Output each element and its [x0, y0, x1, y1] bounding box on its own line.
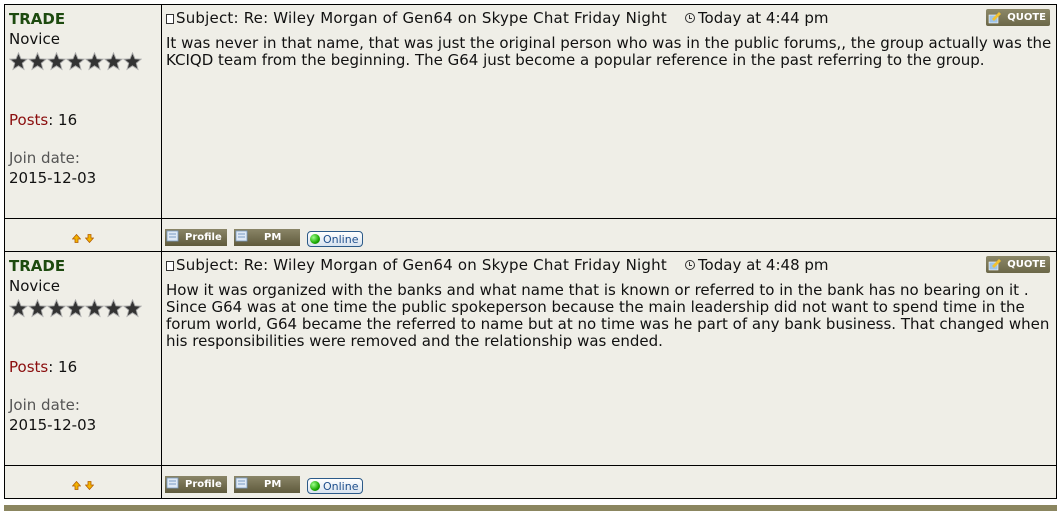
post-row: TRADE Novice Posts: 16 Join date: 2015-1…: [4, 4, 1057, 219]
rank-star-icon: [122, 51, 143, 71]
rank-star-icon: [46, 298, 67, 318]
rank-star-icon: [103, 51, 124, 71]
posts-value: 16: [58, 111, 78, 129]
rank-star-icon: [8, 51, 29, 71]
message-icon: [235, 230, 248, 241]
profile-icon: [166, 477, 179, 488]
posts-label: Posts: [9, 111, 49, 129]
post-subject: Subject: Re: Wiley Morgan of Gen64 on Sk…: [176, 9, 667, 27]
rank-star-icon: [65, 298, 86, 318]
post-subject: Subject: Re: Wiley Morgan of Gen64 on Sk…: [176, 256, 667, 274]
post-header: Subject: Re: Wiley Morgan of Gen64 on Sk…: [162, 252, 1056, 278]
message-icon: [235, 477, 248, 488]
pm-button[interactable]: PM: [234, 475, 300, 493]
post-nav: [4, 465, 162, 499]
online-dot-icon: [310, 481, 320, 491]
online-status-badge: Online: [307, 231, 364, 247]
arrow-down-icon[interactable]: [85, 480, 94, 490]
post-body: It was never in that name, that was just…: [166, 34, 1052, 69]
author-name[interactable]: TRADE: [9, 9, 161, 29]
post-header: Subject: Re: Wiley Morgan of Gen64 on Sk…: [162, 5, 1056, 31]
post-icon[interactable]: [166, 14, 174, 24]
join-date-value: 2015-12-03: [9, 169, 97, 187]
rank-star-icon: [84, 51, 105, 71]
rank-star-icon: [84, 298, 105, 318]
post-time: Today at 4:44 pm: [697, 9, 829, 27]
quote-button[interactable]: QUOTE: [986, 9, 1050, 26]
post-count: Posts: 16: [9, 111, 78, 129]
online-status-badge: Online: [307, 478, 364, 494]
clock-icon: [684, 260, 695, 270]
post-footer-row: Profile PM Online: [4, 218, 1057, 252]
profile-button[interactable]: Profile: [165, 228, 227, 246]
profile-button[interactable]: Profile: [165, 475, 227, 493]
rank-star-icon: [103, 298, 124, 318]
post-content: Subject: Re: Wiley Morgan of Gen64 on Sk…: [161, 251, 1057, 466]
rank-star-icon: [65, 51, 86, 71]
post-time: Today at 4:48 pm: [697, 256, 829, 274]
quote-button[interactable]: QUOTE: [986, 256, 1050, 273]
pm-button[interactable]: PM: [234, 228, 300, 246]
post-actions: Profile PM Online: [161, 218, 1057, 252]
arrow-up-icon[interactable]: [72, 233, 81, 243]
join-date-value: 2015-12-03: [9, 416, 97, 434]
rank-star-icon: [122, 298, 143, 318]
post-count: Posts: 16: [9, 358, 78, 376]
join-date-label: Join date:: [9, 149, 80, 167]
quote-pencil-icon: [988, 12, 1001, 24]
author-panel: TRADE Novice Posts: 16 Join date: 2015-1…: [4, 251, 162, 466]
profile-icon: [166, 230, 179, 241]
rank-stars: [8, 51, 161, 72]
quote-pencil-icon: [988, 259, 1001, 271]
rank-star-icon: [46, 51, 67, 71]
forum-thread: TRADE Novice Posts: 16 Join date: 2015-1…: [4, 4, 1057, 499]
author-name[interactable]: TRADE: [9, 256, 161, 276]
author-rank: Novice: [9, 277, 60, 295]
post-row: TRADE Novice Posts: 16 Join date: 2015-1…: [4, 251, 1057, 466]
posts-value: 16: [58, 358, 78, 376]
rank-stars: [8, 298, 161, 319]
author-panel: TRADE Novice Posts: 16 Join date: 2015-1…: [4, 4, 162, 219]
post-actions: Profile PM Online: [161, 465, 1057, 499]
post-body: How it was organized with the banks and …: [166, 281, 1050, 350]
post-content: Subject: Re: Wiley Morgan of Gen64 on Sk…: [161, 4, 1057, 219]
online-dot-icon: [310, 234, 320, 244]
rank-star-icon: [27, 298, 48, 318]
join-date-label: Join date:: [9, 396, 80, 414]
rank-star-icon: [27, 51, 48, 71]
author-rank: Novice: [9, 30, 60, 48]
rank-star-icon: [8, 298, 29, 318]
post-nav: [4, 218, 162, 252]
posts-label: Posts: [9, 358, 49, 376]
arrow-down-icon[interactable]: [85, 233, 94, 243]
post-icon[interactable]: [166, 261, 174, 271]
thread-bottom-bar: [4, 505, 1057, 511]
post-footer-row: Profile PM Online: [4, 465, 1057, 499]
clock-icon: [684, 13, 695, 23]
arrow-up-icon[interactable]: [72, 480, 81, 490]
